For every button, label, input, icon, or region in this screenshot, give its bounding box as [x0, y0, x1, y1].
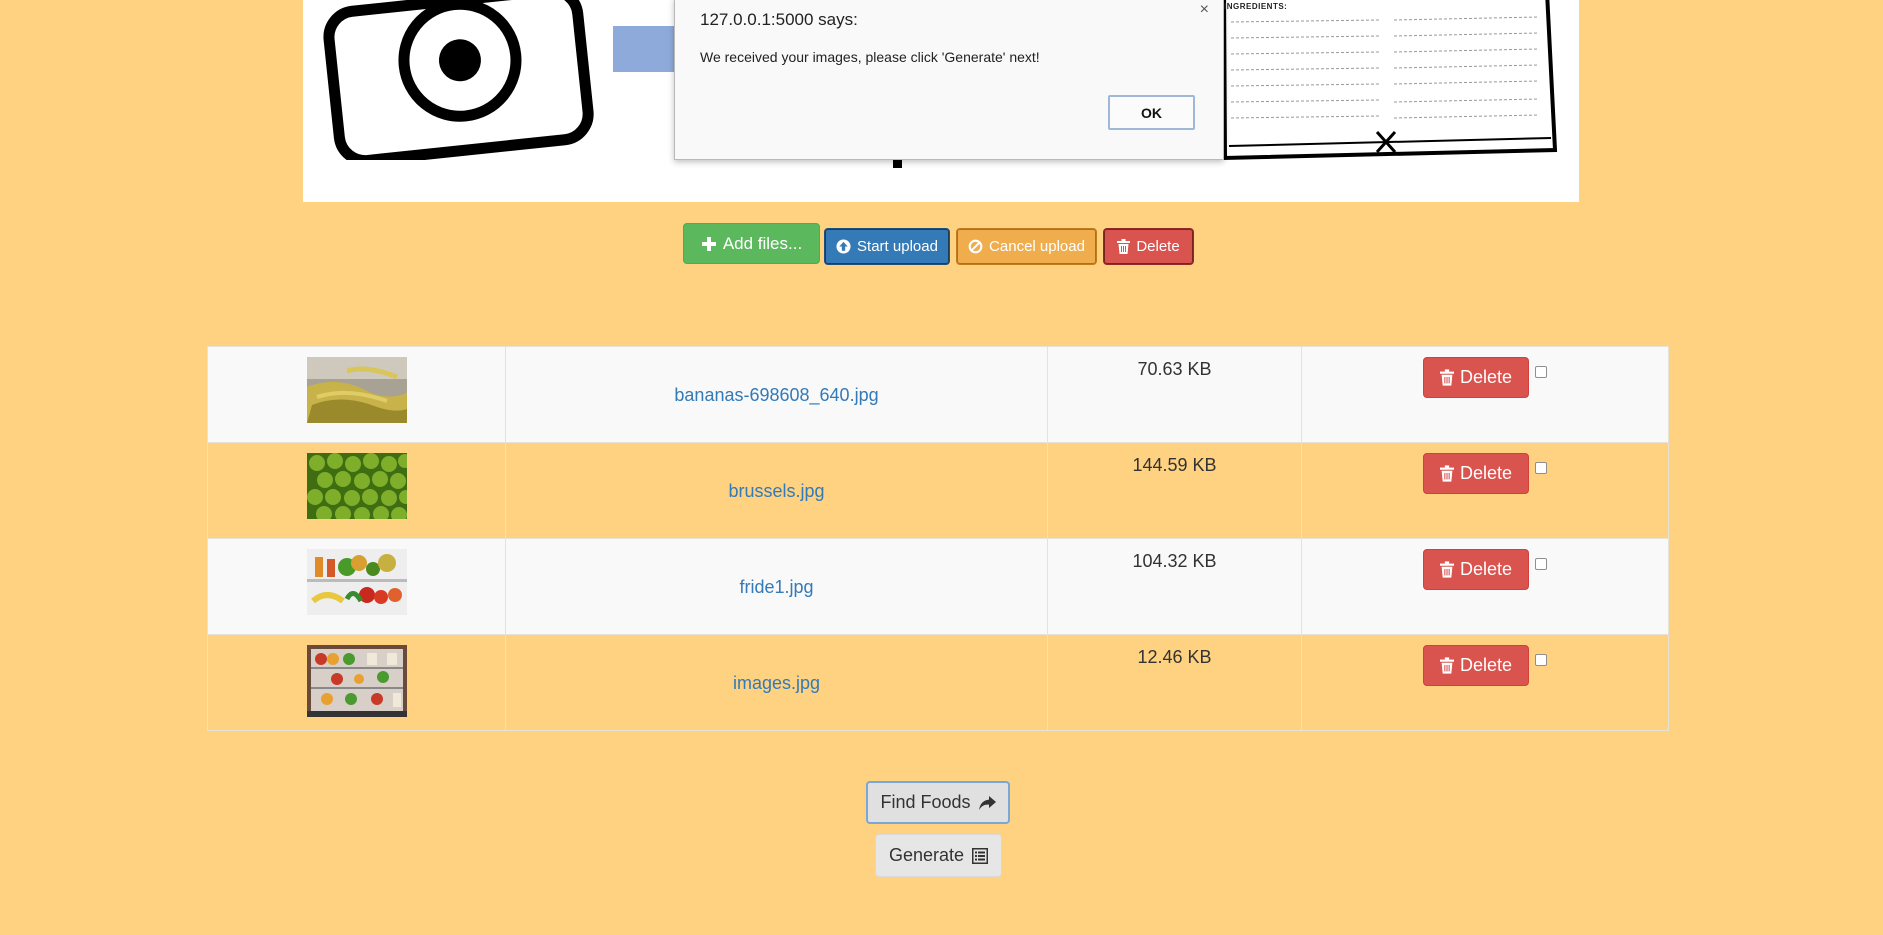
trash-icon: [1439, 657, 1454, 674]
delete-file-button[interactable]: Delete: [1423, 549, 1529, 590]
find-foods-button[interactable]: Find Foods: [866, 781, 1010, 824]
ok-button[interactable]: OK: [1108, 95, 1195, 130]
file-name-link[interactable]: images.jpg: [733, 673, 820, 694]
delete-file-label: Delete: [1459, 655, 1513, 675]
file-size: 144.59 KB: [1132, 455, 1217, 475]
table-row: bananas-698608_640.jpg 70.63 KB Delete: [207, 346, 1669, 443]
file-thumbnail-fridge-produce[interactable]: [306, 549, 407, 615]
dialog-title: 127.0.0.1:5000 says:: [700, 10, 858, 29]
file-thumbnail-open-fridge[interactable]: [306, 645, 407, 717]
share-arrow-icon: [978, 795, 996, 810]
file-size: 70.63 KB: [1137, 359, 1212, 379]
close-icon[interactable]: ×: [1200, 1, 1209, 19]
file-size: 104.32 KB: [1132, 551, 1217, 571]
find-foods-label: Find Foods: [880, 792, 971, 812]
trash-icon: [1439, 465, 1454, 482]
upload-circle-icon: [836, 239, 851, 254]
start-upload-button[interactable]: Start upload: [824, 228, 950, 265]
delete-file-button[interactable]: Delete: [1423, 453, 1529, 494]
camera-icon: [323, 0, 594, 160]
delete-selected-label: Delete: [1136, 238, 1180, 255]
table-row: images.jpg 12.46 KB Delete: [207, 634, 1669, 731]
cancel-upload-button[interactable]: Cancel upload: [956, 228, 1097, 265]
delete-file-label: Delete: [1459, 559, 1513, 579]
recipe-card-label: INGREDIENTS:: [1224, 2, 1288, 11]
generate-label: Generate: [888, 845, 965, 865]
add-files-button[interactable]: Add files...: [683, 223, 820, 264]
banner-blue-block: [613, 26, 683, 72]
delete-file-label: Delete: [1459, 367, 1513, 387]
start-upload-label: Start upload: [857, 238, 938, 255]
delete-file-button[interactable]: Delete: [1423, 645, 1529, 686]
file-name-link[interactable]: fride1.jpg: [739, 577, 813, 598]
file-thumbnail-brussels[interactable]: [306, 453, 407, 519]
select-file-checkbox[interactable]: [1535, 558, 1547, 570]
trash-icon: [1439, 369, 1454, 386]
file-thumbnail-bananas[interactable]: [306, 357, 407, 423]
cancel-upload-label: Cancel upload: [989, 238, 1085, 255]
select-file-checkbox[interactable]: [1535, 366, 1547, 378]
file-name-link[interactable]: bananas-698608_640.jpg: [674, 385, 878, 406]
file-size: 12.46 KB: [1137, 647, 1212, 667]
trash-icon: [1439, 561, 1454, 578]
add-files-label: Add files...: [722, 233, 803, 253]
trash-icon: [1117, 239, 1131, 254]
delete-selected-button[interactable]: Delete: [1103, 228, 1194, 265]
ban-circle-icon: [968, 239, 983, 254]
delete-file-button[interactable]: Delete: [1423, 357, 1529, 398]
alert-dialog: 127.0.0.1:5000 says: × We received your …: [674, 0, 1224, 160]
files-table: bananas-698608_640.jpg 70.63 KB Delete b…: [207, 346, 1669, 731]
dialog-message: We received your images, please click 'G…: [700, 49, 1040, 65]
plus-icon: [701, 236, 716, 251]
generate-button[interactable]: Generate: [875, 834, 1002, 877]
recipe-card-image: [1222, 0, 1558, 161]
file-name-link[interactable]: brussels.jpg: [728, 481, 824, 502]
select-file-checkbox[interactable]: [1535, 462, 1547, 474]
select-file-checkbox[interactable]: [1535, 654, 1547, 666]
table-row: fride1.jpg 104.32 KB Delete: [207, 538, 1669, 635]
list-alt-icon: [972, 847, 989, 864]
table-row: brussels.jpg 144.59 KB Delete: [207, 442, 1669, 539]
delete-file-label: Delete: [1459, 463, 1513, 483]
